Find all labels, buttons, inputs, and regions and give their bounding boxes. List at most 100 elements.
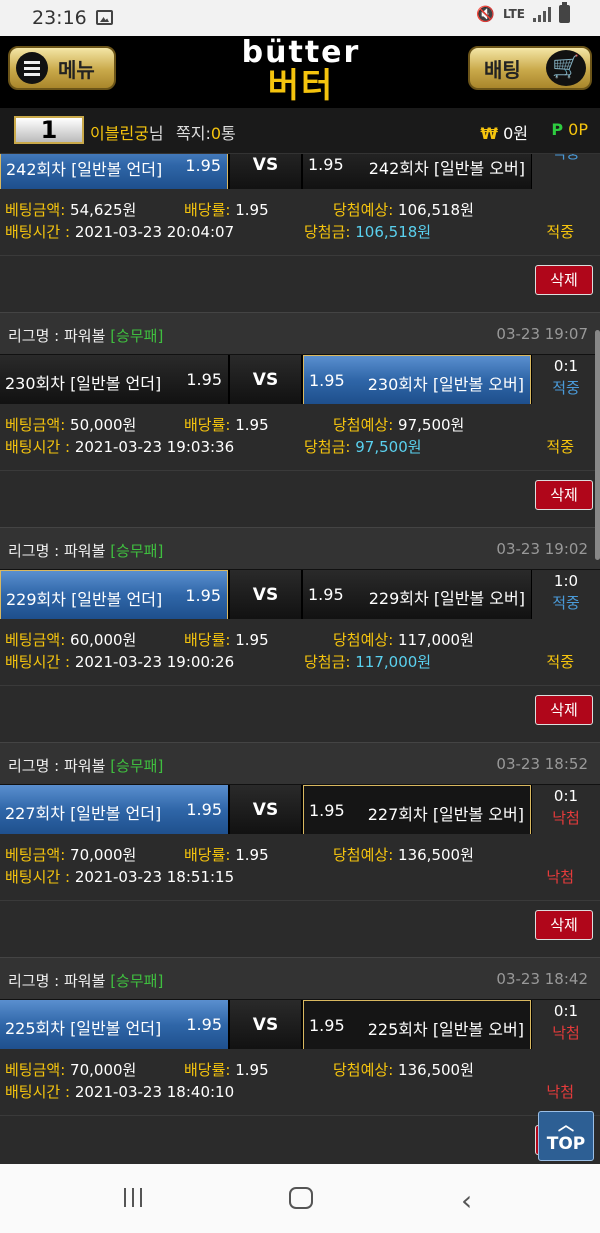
match-row: 227회차 [일반볼 언더] 1.95 VS 1.95 227회차 [일반볼 오…: [0, 784, 600, 835]
bet-card: 리그명 : 파워볼 [승무패] 03-23 18:52 227회차 [일반볼 언…: [0, 742, 600, 957]
bet-amount-value: 70,000원: [70, 1061, 137, 1079]
network-label: LTE: [502, 7, 525, 21]
username-text: 이블린궁: [90, 124, 149, 143]
over-option[interactable]: 1.95 242회차 [일반볼 오버]: [303, 154, 531, 190]
result-status: 낙첨: [552, 809, 580, 827]
expected-label: 당첨예상:: [333, 1061, 394, 1079]
scrollbar[interactable]: [595, 330, 600, 560]
over-option[interactable]: 1.95 229회차 [일반볼 오버]: [303, 570, 531, 620]
over-option[interactable]: 1.95 225회차 [일반볼 오버]: [303, 1000, 531, 1050]
bet-time-value: 2021-03-23 19:00:26: [74, 653, 235, 671]
over-option[interactable]: 1.95 230회차 [일반볼 오버]: [303, 355, 531, 405]
status-icons: 🔇 LTE: [476, 2, 570, 23]
menu-button[interactable]: 메뉴: [8, 46, 116, 90]
match-row: 230회차 [일반볼 언더] 1.95 VS 1.95 230회차 [일반볼 오…: [0, 354, 600, 405]
bet-history-list[interactable]: 리그명 : 파워볼 [승무패] 242회차 [일반볼 언더] 1.95 VS 1…: [0, 154, 600, 1164]
win-amount-label: 당첨금:: [304, 653, 351, 671]
bet-odds: 배당률: 1.95: [184, 414, 269, 435]
chevron-up-icon: ︿: [557, 1115, 574, 1134]
bet-time-value: 2021-03-23 19:03:36: [74, 438, 235, 456]
league-name: 리그명 : 파워볼 [승무패]: [8, 325, 163, 346]
over-odds: 1.95: [309, 371, 345, 390]
under-option[interactable]: 242회차 [일반볼 언더] 1.95: [0, 154, 228, 190]
market-type: [승무패]: [110, 972, 164, 990]
scroll-top-button[interactable]: ︿ TOP: [538, 1111, 594, 1161]
odds-label: 배당률:: [184, 631, 231, 649]
top-label: TOP: [546, 1134, 586, 1154]
bet-info: 베팅금액: 70,000원 배당률: 1.95 당첨예상: 136,500원 배…: [0, 834, 600, 900]
delete-button[interactable]: 삭제: [535, 910, 593, 940]
over-odds: 1.95: [308, 585, 344, 604]
bet-amount-label: 베팅금액:: [5, 846, 66, 864]
delete-row: 삭제: [0, 255, 600, 312]
league-label: 리그명 :: [8, 972, 64, 990]
message-count[interactable]: 쪽지:0통: [176, 120, 236, 144]
delete-button[interactable]: 삭제: [535, 480, 593, 510]
league-value: 파워볼: [64, 757, 106, 775]
honorific: 님: [148, 124, 164, 143]
expected-value: 117,000원: [398, 631, 474, 649]
bet-time-value: 2021-03-23 18:40:10: [74, 1083, 235, 1101]
odds-label: 배당률:: [184, 846, 231, 864]
delete-button[interactable]: 삭제: [535, 265, 593, 295]
win-amount-value: 97,500원: [355, 438, 422, 456]
odds-value: 1.95: [235, 201, 269, 219]
match-score: 0:1: [553, 357, 579, 375]
win-amount: 당첨금: 117,000원: [304, 651, 431, 672]
match-row: 242회차 [일반볼 언더] 1.95 VS 1.95 242회차 [일반볼 오…: [0, 154, 600, 190]
expected-win: 당첨예상: 117,000원: [333, 629, 474, 650]
bet-time: 배팅시간 : 2021-03-23 19:03:36: [5, 436, 234, 457]
expected-value: 136,500원: [398, 846, 474, 864]
win-amount-label: 당첨금:: [304, 223, 351, 241]
match-row: 229회차 [일반볼 언더] 1.95 VS 1.95 229회차 [일반볼 오…: [0, 569, 600, 620]
over-option-name: 230회차 [일반볼 오버]: [367, 375, 524, 394]
bet-time: 배팅시간 : 2021-03-23 20:04:07: [5, 221, 234, 242]
money-value: 0원: [503, 124, 528, 143]
under-option[interactable]: 225회차 [일반볼 언더] 1.95: [0, 1000, 228, 1050]
under-option[interactable]: 230회차 [일반볼 언더] 1.95: [0, 355, 228, 405]
home-icon[interactable]: [289, 1187, 313, 1209]
bet-status: 적중: [546, 223, 574, 241]
under-option-name: 229회차 [일반볼 언더]: [6, 590, 163, 609]
bet-time-label: 배팅시간 :: [5, 223, 71, 241]
win-amount-label: 당첨금:: [304, 438, 351, 456]
expected-win: 당첨예상: 106,518원: [333, 199, 474, 220]
bet-amount-value: 60,000원: [70, 631, 137, 649]
delete-button[interactable]: 삭제: [535, 695, 593, 725]
bet-amount: 베팅금액: 54,625원: [5, 199, 136, 220]
vs-label: VS: [230, 154, 301, 190]
system-nav-bar: ‹: [0, 1164, 600, 1233]
odds-value: 1.95: [235, 1061, 269, 1079]
over-option-name: 229회차 [일반볼 오버]: [368, 589, 525, 608]
over-option-name: 227회차 [일반볼 오버]: [367, 805, 524, 824]
over-option[interactable]: 1.95 227회차 [일반볼 오버]: [303, 785, 531, 835]
match-result: 적중: [532, 154, 600, 190]
signal-icon: [533, 6, 551, 22]
expected-label: 당첨예상:: [333, 846, 394, 864]
over-odds: 1.95: [309, 1016, 345, 1035]
recent-apps-icon[interactable]: [124, 1188, 142, 1207]
under-option-name: 242회차 [일반볼 언더]: [6, 160, 163, 179]
site-logo[interactable]: bütter 버터: [236, 38, 366, 105]
league-value: 파워볼: [64, 327, 106, 345]
league-name: 리그명 : 파워볼 [승무패]: [8, 970, 163, 991]
won-icon: ₩: [480, 124, 498, 143]
under-option-name: 225회차 [일반볼 언더]: [5, 1019, 162, 1038]
under-option[interactable]: 227회차 [일반볼 언더] 1.95: [0, 785, 228, 835]
back-icon[interactable]: ‹: [461, 1184, 472, 1217]
bet-time-label: 배팅시간 :: [5, 1083, 71, 1101]
league-label: 리그명 :: [8, 542, 64, 560]
result-status: 적중: [552, 594, 580, 612]
expected-win: 당첨예상: 136,500원: [333, 1059, 474, 1080]
bet-info: 베팅금액: 50,000원 배당률: 1.95 당첨예상: 97,500원 배팅…: [0, 404, 600, 470]
note-unit: 통: [221, 124, 236, 143]
under-option[interactable]: 229회차 [일반볼 언더] 1.95: [0, 570, 228, 620]
match-result: 0:1 적중: [532, 355, 600, 405]
betting-cart-button[interactable]: 배팅 🛒: [468, 46, 592, 90]
bet-time-value: 2021-03-23 20:04:07: [74, 223, 235, 241]
delete-row: 삭제: [0, 900, 600, 957]
win-amount-value: 117,000원: [355, 653, 432, 671]
bet-info: 베팅금액: 54,625원 배당률: 1.95 당첨예상: 106,518원 배…: [0, 189, 600, 255]
delete-row: 삭제: [0, 1115, 600, 1164]
bet-amount-value: 70,000원: [70, 846, 137, 864]
